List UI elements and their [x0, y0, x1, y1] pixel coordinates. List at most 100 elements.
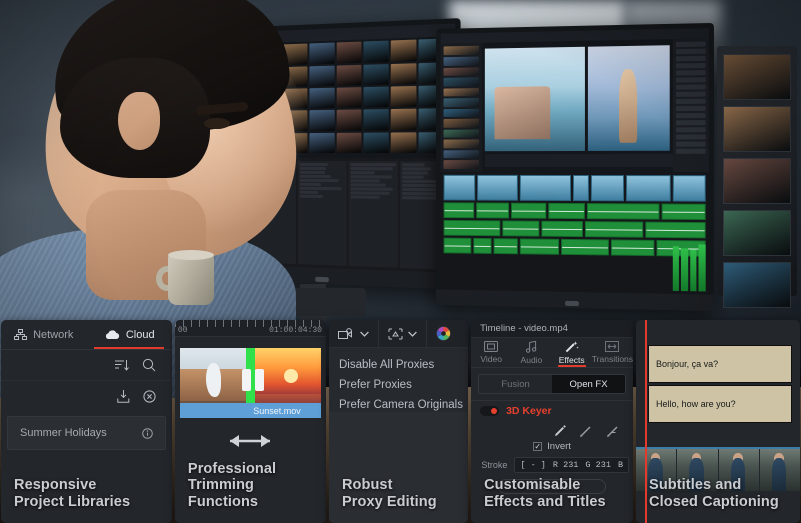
- track-row: [350, 191, 390, 195]
- card-responsive-project-libraries[interactable]: Network Cloud Summer Holidays Responsive…: [1, 320, 172, 523]
- inspector-row: [676, 106, 706, 111]
- media-thumbnail: [310, 110, 334, 131]
- search-icon[interactable]: [142, 358, 156, 372]
- audio-clip: [511, 203, 546, 219]
- track-row: [350, 195, 379, 198]
- chevron-down-icon: [360, 331, 369, 337]
- caption-line-1: Robust: [342, 477, 460, 494]
- subtitle-track-header: [636, 320, 800, 343]
- bird-shape: [206, 363, 221, 397]
- coffee-mug-rim: [168, 250, 214, 260]
- effects-library-toggle: Fusion Open FX: [478, 374, 626, 394]
- proxy-mode-dropdown[interactable]: [329, 320, 379, 347]
- track-row: [402, 172, 428, 175]
- info-icon[interactable]: [142, 428, 153, 439]
- timecode-end: 01:00:04:30: [269, 326, 322, 335]
- trim-handle-right[interactable]: [255, 369, 264, 391]
- inspector-row: [676, 113, 706, 118]
- picker-pen-icon[interactable]: [553, 424, 567, 438]
- rack-monitor: [723, 262, 791, 308]
- media-thumbnail: [363, 87, 388, 108]
- audio-clip: [548, 203, 585, 219]
- card-caption: Responsive Project Libraries: [14, 477, 164, 511]
- tab-video[interactable]: Video: [471, 338, 511, 367]
- rack-monitor: [723, 210, 791, 256]
- invert-checkbox-row[interactable]: ✓ Invert: [471, 438, 633, 452]
- card-professional-trimming[interactable]: 00 01:00:04:30 Sunset.mov Professional T…: [175, 320, 326, 523]
- media-thumbnail: [310, 43, 334, 64]
- media-thumbnail: [336, 42, 361, 63]
- trim-clip-area[interactable]: Sunset.mov: [180, 348, 321, 418]
- audio-track: [444, 202, 706, 220]
- media-thumbnail: [390, 40, 416, 62]
- segment-fusion[interactable]: Fusion: [479, 375, 552, 393]
- track-row: [300, 195, 323, 198]
- media-thumbnail: [336, 87, 361, 108]
- audio-meter-bar: [672, 246, 679, 291]
- inspector-row: [676, 142, 706, 147]
- media-thumbnail: [336, 133, 361, 154]
- audio-clip: [542, 221, 583, 237]
- inspector-row: [676, 149, 706, 154]
- media-thumbnail: [390, 86, 416, 107]
- trim-handle-left[interactable]: [242, 369, 251, 391]
- bin-thumbnail: [444, 57, 480, 66]
- library-actions: [1, 381, 172, 412]
- caption-line-1: Professional: [188, 461, 318, 478]
- add-stroke-icon[interactable]: [579, 424, 593, 438]
- track-row: [402, 163, 424, 166]
- audio-note-icon: [526, 341, 537, 353]
- caption-line-2: Effects and Titles: [484, 494, 625, 511]
- inspector-row: [676, 128, 706, 133]
- list-item[interactable]: Summer Holidays: [7, 416, 166, 450]
- tab-cloud[interactable]: Cloud: [86, 320, 171, 349]
- right-monitor-screen: [441, 28, 709, 294]
- stroke-value: [ - ]: [520, 460, 546, 470]
- effect-enable-toggle[interactable]: [480, 406, 499, 416]
- tab-transitions[interactable]: Transitions: [592, 338, 633, 367]
- playhead[interactable]: [645, 320, 647, 523]
- inspector-row: [676, 78, 706, 83]
- effect-header: 3D Keyer: [471, 400, 633, 421]
- menu-item[interactable]: Disable All Proxies: [329, 355, 468, 375]
- subtitle-clip[interactable]: Hello, how are you?: [648, 385, 792, 423]
- color-wheel-button[interactable]: [427, 320, 460, 347]
- inspector-row: [676, 70, 706, 76]
- audio-clip: [444, 202, 474, 218]
- menu-item[interactable]: Prefer Proxies: [329, 375, 468, 395]
- media-thumbnail: [390, 109, 416, 130]
- video-track: [444, 175, 706, 202]
- magic-wand-icon: [565, 340, 579, 353]
- media-thumbnail: [363, 132, 388, 153]
- source-viewer: [485, 46, 586, 151]
- stroke-values[interactable]: [ - ] R 231 G 231 B: [514, 457, 629, 473]
- download-icon[interactable]: [117, 390, 130, 403]
- video-clip: [444, 175, 476, 201]
- caption-line-2: Closed Captioning: [649, 494, 792, 511]
- color-wheel-icon: [436, 326, 451, 341]
- segment-openfx[interactable]: Open FX: [552, 375, 625, 393]
- caption-line-2: Proxy Editing: [342, 494, 460, 511]
- track-row: [300, 183, 321, 186]
- card-customisable-effects[interactable]: Timeline - video.mp4 Video Audio Effects…: [471, 320, 633, 523]
- invert-checkbox[interactable]: ✓: [533, 442, 542, 451]
- inspector-row: [676, 63, 706, 69]
- sort-icon[interactable]: [115, 359, 129, 372]
- stroke-value: G 231: [585, 460, 611, 470]
- tab-audio[interactable]: Audio: [511, 338, 551, 367]
- effect-name: 3D Keyer: [506, 405, 552, 417]
- audio-clip: [473, 238, 492, 254]
- optimized-media-dropdown[interactable]: [379, 320, 427, 347]
- timeline-ruler[interactable]: 00 01:00:04:30: [175, 320, 326, 337]
- subtitle-clip[interactable]: Bonjour, ça va?: [648, 345, 792, 383]
- tab-audio-label: Audio: [521, 355, 543, 365]
- card-robust-proxy-editing[interactable]: Disable All Proxies Prefer Proxies Prefer …: [329, 320, 468, 523]
- tab-video-label: Video: [480, 354, 502, 364]
- tab-network[interactable]: Network: [1, 320, 86, 349]
- monitor-logo: [315, 277, 329, 283]
- tab-effects[interactable]: Effects: [552, 338, 592, 367]
- remove-stroke-icon[interactable]: [605, 424, 619, 438]
- track-row: [300, 191, 318, 194]
- disconnect-icon[interactable]: [143, 390, 156, 403]
- card-subtitles-closed-captioning[interactable]: Bonjour, ça va? Hello, how are you? Subt…: [636, 320, 800, 523]
